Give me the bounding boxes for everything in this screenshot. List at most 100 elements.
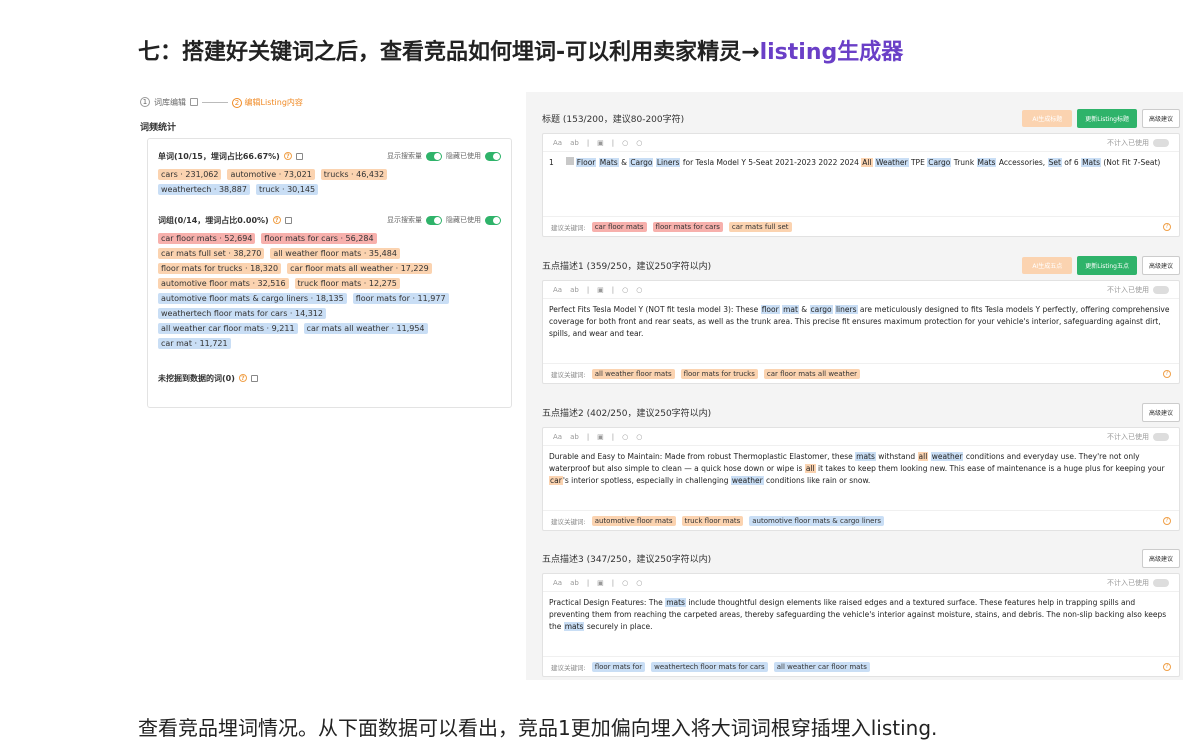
copy-icon[interactable]: ▣: [597, 286, 604, 294]
step-2[interactable]: 2 编辑Listing内容: [232, 97, 303, 108]
show-volume-toggle[interactable]: [426, 151, 442, 161]
redo-icon[interactable]: ○: [636, 286, 642, 294]
redo-icon[interactable]: ○: [636, 433, 642, 441]
editor-toolbar: Aa ab | ▣ | ○ ○ 不计入已使用: [543, 281, 1179, 299]
keyword-chip[interactable]: all weather floor mats: [591, 368, 675, 379]
edit-icon[interactable]: [190, 98, 198, 106]
help-icon[interactable]: ?: [238, 374, 247, 382]
keyword-chip[interactable]: floor mats for: [591, 661, 646, 672]
keyword-chip[interactable]: truck floor mats · 12,275: [294, 278, 400, 289]
bullet-3-editor[interactable]: Aa ab | ▣ | ○ ○ 不计入已使用 Practical Design …: [542, 573, 1180, 677]
redo-icon[interactable]: ○: [636, 579, 642, 587]
keyword-chip[interactable]: car floor mats: [591, 221, 647, 232]
hide-used-toggle[interactable]: [485, 215, 501, 225]
freq-title: 词频统计: [140, 123, 177, 133]
uppercase-tool[interactable]: Aa: [553, 579, 562, 587]
ai-bullet-button[interactable]: AI生成五点: [1022, 256, 1073, 274]
lowercase-tool[interactable]: ab: [570, 433, 579, 441]
phrase-title: 词组(0/14，埋词占比0.00%): [158, 215, 269, 225]
show-volume-toggle[interactable]: [426, 215, 442, 225]
lowercase-tool[interactable]: ab: [570, 139, 579, 147]
suggest-button[interactable]: 高级建议: [1141, 255, 1180, 275]
keyword-chip[interactable]: cars · 231,062: [158, 169, 222, 180]
bullet-1-editor[interactable]: Aa ab | ▣ | ○ ○ 不计入已使用 Perfect Fits Tesl…: [542, 280, 1180, 384]
keyword-chip[interactable]: truck floor mats: [681, 515, 744, 526]
step-2-label: 编辑Listing内容: [244, 97, 303, 107]
separator: |: [611, 578, 615, 587]
title-editor[interactable]: Aa ab | ▣ | ○ ○ 不计入已使用 1 Floor Mats & Ca…: [542, 133, 1180, 237]
undo-icon[interactable]: ○: [622, 433, 628, 441]
keyword-chip[interactable]: automotive floor mats: [591, 515, 676, 526]
redo-icon[interactable]: ○: [636, 139, 642, 147]
copy-icon[interactable]: ▣: [597, 139, 604, 147]
keyword-chip[interactable]: car floor mats · 52,694: [158, 233, 256, 244]
keyword-chip[interactable]: all weather car floor mats: [773, 661, 870, 672]
help-icon[interactable]: ?: [1163, 222, 1171, 231]
keyword-chip[interactable]: truck · 30,145: [255, 184, 319, 195]
copy-icon[interactable]: ▣: [597, 579, 604, 587]
suggested-keywords: 建议关键词: all weather floor mats floor mats f…: [543, 363, 1179, 383]
keyword-chip[interactable]: automotive floor mats · 32,516: [158, 278, 289, 289]
bottom-text: 查看竞品埋词情况。从下面数据可以看出，竞品1更加偏向埋入将大词词根穿插埋入lis…: [138, 716, 938, 740]
keyword-chip[interactable]: all weather car floor mats · 9,211: [158, 323, 298, 334]
help-icon[interactable]: ?: [1163, 369, 1171, 378]
keyword-chip[interactable]: weathertech · 38,887: [158, 184, 250, 195]
step-1-label[interactable]: 词库编辑: [154, 97, 186, 108]
single-word-chips: cars · 231,062 automotive · 73,021 trucks …: [158, 169, 458, 195]
single-word-title: 单词(10/15，埋词占比66.67%): [158, 151, 280, 161]
help-icon[interactable]: ?: [272, 216, 281, 224]
uppercase-tool[interactable]: Aa: [553, 433, 562, 441]
editor-toolbar: Aa ab | ▣ | ○ ○ 不计入已使用: [543, 428, 1179, 446]
keyword-chip[interactable]: car mats full set: [728, 221, 792, 232]
keyword-chip[interactable]: floor mats for cars · 56,284: [261, 233, 377, 244]
copy-icon[interactable]: [284, 216, 292, 224]
keyword-chip[interactable]: weathertech floor mats for cars · 14,312: [158, 308, 326, 319]
suggest-button[interactable]: 高级建议: [1141, 402, 1180, 422]
hide-used-toggle[interactable]: [485, 151, 501, 161]
help-icon[interactable]: ?: [1163, 516, 1171, 525]
not-counted-toggle[interactable]: [1153, 578, 1169, 587]
undo-icon[interactable]: ○: [622, 139, 628, 147]
update-title-button[interactable]: 更新Listing标题: [1077, 108, 1137, 128]
update-bullet-button[interactable]: 更新Listing五点: [1077, 255, 1137, 275]
copy-icon[interactable]: [250, 374, 258, 382]
bullet-3-text: Practical Design Features: The mats incl…: [549, 598, 1167, 631]
keyword-chip[interactable]: car floor mats all weather: [763, 368, 861, 379]
not-counted-toggle[interactable]: [1153, 432, 1169, 441]
keyword-chip[interactable]: floor mats for trucks · 18,320: [158, 263, 282, 274]
separator: |: [611, 138, 615, 147]
phrase-group: 词组(0/14，埋词占比0.00%) ? 显示搜索量 隐藏已使用 car flo…: [158, 213, 501, 349]
copy-icon[interactable]: [295, 152, 303, 160]
keyword-chip[interactable]: weathertech floor mats for cars: [651, 661, 768, 672]
keyword-chip[interactable]: automotive floor mats & cargo liners: [749, 515, 884, 526]
help-icon[interactable]: ?: [1163, 662, 1171, 671]
undo-icon[interactable]: ○: [622, 286, 628, 294]
undo-icon[interactable]: ○: [622, 579, 628, 587]
keyword-chip[interactable]: car mats full set · 38,270: [158, 248, 265, 259]
keyword-chip[interactable]: automotive floor mats & cargo liners · 1…: [158, 293, 347, 304]
copy-icon[interactable]: ▣: [597, 433, 604, 441]
suggested-keywords-label: 建议关键词:: [551, 223, 586, 232]
keyword-chip[interactable]: automotive · 73,021: [227, 169, 315, 180]
uppercase-tool[interactable]: Aa: [553, 139, 562, 147]
bullet-2-editor[interactable]: Aa ab | ▣ | ○ ○ 不计入已使用 Durable and Easy …: [542, 427, 1180, 531]
keyword-frequency-panel: 1 词库编辑 2 编辑Listing内容 词频统计 单词(10/15，埋词占比6…: [140, 92, 520, 422]
keyword-chip[interactable]: floor mats for cars: [652, 221, 723, 232]
ai-title-button[interactable]: AI生成标题: [1022, 109, 1073, 127]
keyword-chip[interactable]: floor mats for · 11,977: [352, 293, 449, 304]
help-icon[interactable]: ?: [283, 152, 292, 160]
lowercase-tool[interactable]: ab: [570, 286, 579, 294]
bullet-2-text: Durable and Easy to Maintain: Made from …: [549, 452, 1165, 485]
suggest-button[interactable]: 高级建议: [1141, 548, 1180, 568]
keyword-chip[interactable]: trucks · 46,432: [320, 169, 388, 180]
keyword-chip[interactable]: all weather floor mats · 35,484: [270, 248, 400, 259]
uppercase-tool[interactable]: Aa: [553, 286, 562, 294]
not-counted-toggle[interactable]: [1153, 138, 1169, 147]
keyword-chip[interactable]: car mat · 11,721: [158, 338, 231, 349]
keyword-chip[interactable]: floor mats for trucks: [680, 368, 758, 379]
suggest-button[interactable]: 高级建议: [1141, 108, 1180, 128]
lowercase-tool[interactable]: ab: [570, 579, 579, 587]
not-counted-toggle[interactable]: [1153, 285, 1169, 294]
keyword-chip[interactable]: car mats all weather · 11,954: [303, 323, 428, 334]
keyword-chip[interactable]: car floor mats all weather · 17,229: [287, 263, 432, 274]
